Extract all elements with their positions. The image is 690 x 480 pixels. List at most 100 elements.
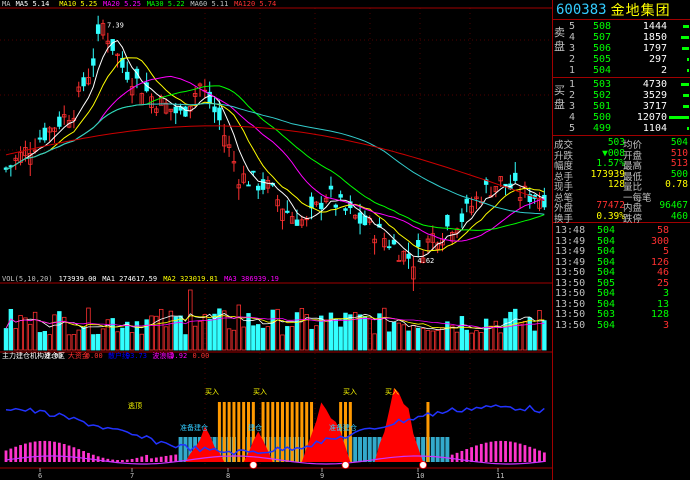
stock-code[interactable]: 600383 bbox=[556, 2, 607, 18]
buy-level-row[interactable]: 3 501 3717 bbox=[553, 101, 690, 112]
volume-bar bbox=[488, 325, 494, 351]
level-volume: 12070 bbox=[636, 112, 667, 123]
volume-bar bbox=[270, 309, 275, 351]
candle-body bbox=[125, 71, 130, 80]
stock-name: 金地集团 bbox=[610, 2, 671, 19]
indicator-histogram-bar bbox=[164, 455, 168, 462]
indicator-histogram-bar bbox=[125, 459, 129, 462]
indicator-histogram-bar bbox=[77, 449, 81, 462]
volume-bar bbox=[498, 332, 503, 351]
volume-bar bbox=[352, 312, 358, 351]
indicator-label-buy-2: 买入 bbox=[253, 388, 267, 396]
candle-body bbox=[246, 184, 251, 187]
indicator-bigmoney-area bbox=[374, 387, 424, 462]
sell-level-row[interactable]: 4 507 1850 bbox=[553, 32, 690, 43]
x-axis-label: 8 bbox=[226, 472, 230, 480]
tick-row: 13:50 504 3 bbox=[553, 320, 690, 331]
indicator-buy-bar bbox=[300, 402, 304, 462]
indicator-histogram-bar bbox=[169, 455, 173, 462]
indicator-build-bar bbox=[183, 437, 188, 462]
indicator-histogram-bar bbox=[53, 441, 56, 462]
indicator-buy-bar bbox=[348, 402, 352, 462]
level-volume-bar bbox=[682, 105, 689, 108]
indicator-histogram-bar bbox=[484, 442, 488, 462]
candle-body bbox=[81, 77, 86, 87]
indicator-panel[interactable] bbox=[4, 387, 546, 469]
volume-bar bbox=[508, 311, 513, 351]
volume-bar bbox=[265, 326, 271, 351]
indicator-histogram-bar bbox=[91, 454, 95, 462]
indicator-label-build-3: 准备建仓 bbox=[329, 423, 357, 432]
indicator-histogram-bar bbox=[24, 443, 27, 462]
indicator-label-escape: 逃顶 bbox=[128, 401, 142, 410]
indicator-histogram-bar bbox=[33, 441, 37, 462]
tick-price: 504 bbox=[597, 225, 616, 236]
volume-bar bbox=[280, 334, 285, 351]
candle-body bbox=[95, 24, 101, 34]
indicator-buy-bar bbox=[227, 402, 231, 462]
sell-level-row[interactable]: 5 508 1444 bbox=[553, 21, 690, 32]
price-panel[interactable] bbox=[3, 15, 547, 292]
buy-level-row[interactable]: 5 499 1104 bbox=[553, 123, 690, 134]
legend-item: MA5 5.14 bbox=[16, 0, 50, 8]
tick-list[interactable]: 13:48 504 58 13:49 504 300 13:49 504 5 13:49 504 12… bbox=[553, 223, 690, 331]
volume-bar bbox=[435, 330, 440, 351]
indicator-buy-bar bbox=[290, 402, 294, 462]
tick-price: 504 bbox=[597, 256, 616, 268]
candle-body bbox=[338, 194, 343, 198]
candle-body bbox=[285, 210, 290, 213]
indicator-build-bar bbox=[353, 437, 358, 462]
volume-bar bbox=[100, 328, 106, 351]
legend-item: 0.92 bbox=[170, 352, 187, 360]
legend-item: VOL(5,10,20) bbox=[2, 275, 53, 283]
candle-body bbox=[343, 208, 348, 211]
volume-bar bbox=[8, 308, 14, 351]
volume-bar bbox=[299, 308, 305, 351]
candlestick-chart-area[interactable]: MA MA5 5.14 MA10 5.25 MA20 5.25 MA30 5.22 MA6… bbox=[0, 0, 552, 480]
candle-body bbox=[173, 106, 178, 114]
volume-panel[interactable] bbox=[3, 289, 547, 351]
ma30-line bbox=[5, 85, 545, 231]
volume-bar bbox=[192, 325, 198, 351]
indicator-build-bar bbox=[358, 437, 363, 462]
volume-bar bbox=[149, 315, 154, 351]
volume-bar bbox=[95, 333, 101, 351]
sell-level-row[interactable]: 2 505 297 bbox=[553, 54, 690, 65]
volume-bar bbox=[309, 328, 314, 351]
volume-bar bbox=[386, 331, 392, 351]
legend-item: MA3 386939.19 bbox=[224, 275, 279, 283]
legend-item: 173939.00 bbox=[59, 275, 97, 283]
indicator-histogram-bar bbox=[475, 445, 478, 462]
tick-row: 13:50 503 128 bbox=[553, 309, 690, 320]
level-volume-bar bbox=[681, 83, 689, 86]
volume-bar bbox=[391, 321, 397, 351]
sell-level-row[interactable]: 1 504 2 bbox=[553, 65, 690, 76]
volume-bar bbox=[542, 320, 547, 351]
tick-price: 504 bbox=[597, 246, 616, 257]
buy-level-row[interactable]: 2 502 3529 bbox=[553, 90, 690, 101]
level-volume: 2 bbox=[660, 65, 667, 76]
indicator-signal-icon bbox=[419, 461, 428, 469]
legend-item: 0.00 bbox=[46, 352, 63, 360]
indicator-histogram-bar bbox=[62, 443, 66, 462]
volume-bar bbox=[255, 324, 261, 351]
candle-body bbox=[260, 179, 266, 190]
legend-item: MA60 5.11 bbox=[190, 0, 228, 8]
indicator-wave-line bbox=[5, 455, 545, 465]
candle-body bbox=[333, 204, 338, 208]
sell-level-row[interactable]: 3 506 1797 bbox=[553, 43, 690, 54]
candle-body bbox=[183, 106, 188, 117]
level-volume: 1444 bbox=[642, 21, 667, 32]
indicator-label-buy-1: 买入 bbox=[205, 388, 219, 396]
tick-row: 13:50 504 13 bbox=[553, 299, 690, 310]
volume-bar bbox=[328, 312, 334, 351]
indicator-histogram-bar bbox=[523, 445, 527, 462]
buy-level-row[interactable]: 4 500 12070 bbox=[553, 112, 690, 123]
buy-level-row[interactable]: 1 503 4730 bbox=[553, 79, 690, 90]
legend-item: 0.00 bbox=[193, 352, 210, 360]
ma60-line bbox=[5, 103, 545, 215]
candle-body bbox=[445, 214, 450, 227]
volume-bar bbox=[483, 318, 489, 351]
indicator-histogram-bar bbox=[150, 458, 153, 462]
candle-body bbox=[328, 185, 334, 190]
